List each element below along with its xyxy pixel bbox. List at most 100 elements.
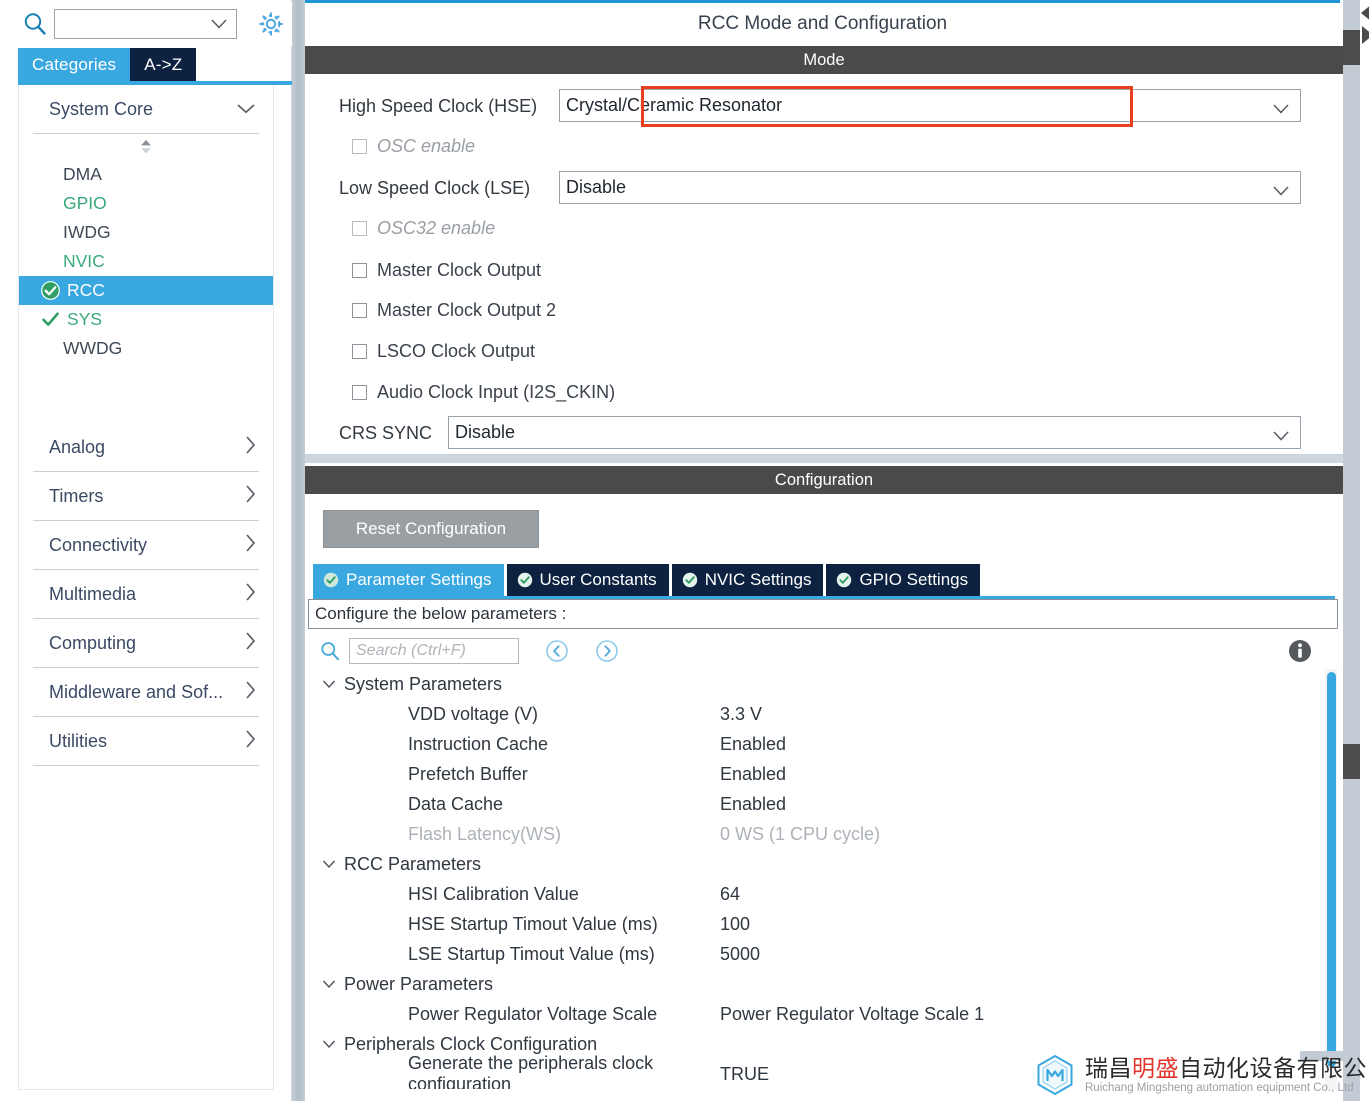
param-row-lse-startup-timeout[interactable]: LSE Startup Timout Value (ms) 5000 xyxy=(308,939,1325,969)
panel-splitter[interactable] xyxy=(292,0,305,1101)
info-icon[interactable] xyxy=(1287,638,1313,664)
param-row-prefetch-buffer[interactable]: Prefetch Buffer Enabled xyxy=(308,759,1325,789)
tab-categories[interactable]: Categories xyxy=(18,48,131,81)
chevron-left-circle-icon[interactable] xyxy=(545,639,569,663)
sort-toggle-icon[interactable] xyxy=(19,134,273,160)
lsco-clock-output-checkbox[interactable]: LSCO Clock Output xyxy=(352,338,535,364)
checkbox-box[interactable] xyxy=(352,343,367,359)
param-value: 5000 xyxy=(720,943,761,964)
audio-clock-input-checkbox[interactable]: Audio Clock Input (I2S_CKIN) xyxy=(352,379,615,405)
search-icon[interactable] xyxy=(319,640,341,662)
tab-nvic-settings[interactable]: NVIC Settings xyxy=(671,564,824,596)
sidebar-item-wwdg-label: WWDG xyxy=(63,338,123,358)
lse-row: Low Speed Clock (LSE) xyxy=(339,172,530,205)
tab-a-to-z-label: A->Z xyxy=(144,54,183,74)
checkbox-box xyxy=(352,138,367,154)
sidebar-group-multimedia[interactable]: Multimedia xyxy=(19,570,273,618)
sidebar-group-analog[interactable]: Analog xyxy=(19,423,273,471)
sidebar-item-rcc-label: RCC xyxy=(67,280,105,300)
sidebar-item-wwdg[interactable]: WWDG xyxy=(19,334,273,363)
sidebar-item-rcc[interactable]: RCC xyxy=(19,276,273,305)
param-row-hse-startup-timeout[interactable]: HSE Startup Timout Value (ms) 100 xyxy=(308,909,1325,939)
tab-parameter-settings-label: Parameter Settings xyxy=(346,570,492,589)
master-clock-output-checkbox[interactable]: Master Clock Output xyxy=(352,257,541,283)
parameter-search-row: Search (Ctrl+F) xyxy=(313,634,1337,668)
panel-nav-arrows[interactable] xyxy=(1360,2,1369,48)
sidebar-group-middleware[interactable]: Middleware and Sof... xyxy=(19,668,273,716)
sidebar-group-timers[interactable]: Timers xyxy=(19,472,273,520)
sidebar-category-list: System Core DMA GPIO IWDG NVIC RCC SYS W… xyxy=(18,85,274,1090)
sidebar-item-sys[interactable]: SYS xyxy=(19,305,273,334)
chevron-down-icon[interactable] xyxy=(322,979,336,989)
lse-dropdown[interactable]: Disable xyxy=(559,171,1301,204)
parameter-tree-scrollbar-thumb[interactable] xyxy=(1327,672,1336,1067)
chevron-right-icon xyxy=(243,434,257,461)
chevron-right-icon xyxy=(243,581,257,608)
param-row-flash-latency: Flash Latency(WS) 0 WS (1 CPU cycle) xyxy=(308,819,1325,849)
chevron-right-circle-icon[interactable] xyxy=(595,639,619,663)
tab-parameter-settings[interactable]: Parameter Settings xyxy=(313,564,504,596)
sidebar-item-dma[interactable]: DMA xyxy=(19,160,273,189)
chevron-down-icon xyxy=(235,99,257,120)
tab-a-to-z[interactable]: A->Z xyxy=(130,48,197,81)
sidebar-group-timers-label: Timers xyxy=(49,485,104,506)
sidebar-item-nvic[interactable]: NVIC xyxy=(19,247,273,276)
checkbox-box xyxy=(352,220,367,236)
param-value: Enabled xyxy=(720,733,787,754)
param-value: 64 xyxy=(720,883,741,904)
parameter-search-input[interactable]: Search (Ctrl+F) xyxy=(349,638,519,664)
param-group-system-parameters[interactable]: System Parameters xyxy=(308,669,1325,699)
sidebar-group-computing[interactable]: Computing xyxy=(19,619,273,667)
section-header-mode: Mode xyxy=(305,46,1343,74)
watermark-company-cn: 瑞昌明盛自动化设备有限公司 xyxy=(1085,1055,1369,1081)
param-row-vdd-voltage[interactable]: VDD voltage (V) 3.3 V xyxy=(308,699,1325,729)
sidebar-item-gpio[interactable]: GPIO xyxy=(19,189,273,218)
parameter-tree-scrollbar[interactable] xyxy=(1325,669,1337,1089)
panel-scrollbar-thumb-bottom[interactable] xyxy=(1343,744,1360,779)
tab-user-constants[interactable]: User Constants xyxy=(506,564,669,596)
sidebar-item-iwdg[interactable]: IWDG xyxy=(19,218,273,247)
param-row-power-regulator-voltage-scale[interactable]: Power Regulator Voltage Scale Power Regu… xyxy=(308,999,1325,1029)
tab-gpio-settings[interactable]: GPIO Settings xyxy=(826,564,981,596)
master-clock-output-2-label: Master Clock Output 2 xyxy=(377,299,557,320)
app-root: Categories A->Z System Core DMA GPIO IWD… xyxy=(0,0,1369,1101)
check-icon xyxy=(39,309,61,331)
chevron-down-icon[interactable] xyxy=(322,679,336,689)
checkbox-box[interactable] xyxy=(352,262,367,278)
param-group-rcc-parameters[interactable]: RCC Parameters xyxy=(308,849,1325,879)
sidebar-scrollbar[interactable] xyxy=(276,85,291,1090)
param-row-instruction-cache[interactable]: Instruction Cache Enabled xyxy=(308,729,1325,759)
osc32-enable-checkbox: OSC32 enable xyxy=(352,215,495,241)
sidebar-group-system-core[interactable]: System Core xyxy=(19,85,273,133)
gear-icon[interactable] xyxy=(257,10,285,38)
component-sidebar: Categories A->Z System Core DMA GPIO IWD… xyxy=(0,0,292,1101)
param-group-peripherals-clock-configuration-label: Peripherals Clock Configuration xyxy=(344,1033,598,1054)
param-group-power-parameters[interactable]: Power Parameters xyxy=(308,969,1325,999)
checkbox-box[interactable] xyxy=(352,302,367,318)
sidebar-scrollbar-track[interactable] xyxy=(279,85,288,1090)
panel-scrollbar-thumb-top[interactable] xyxy=(1343,30,1360,65)
master-clock-output-2-checkbox[interactable]: Master Clock Output 2 xyxy=(352,297,556,323)
configuration-section-body: Reset Configuration Parameter Settings U… xyxy=(305,494,1343,1101)
hse-dropdown[interactable]: Crystal/Ceramic Resonator xyxy=(559,89,1301,122)
chevron-right-icon xyxy=(243,532,257,559)
chevron-down-icon[interactable] xyxy=(322,859,336,869)
search-icon[interactable] xyxy=(22,11,48,37)
reset-configuration-button[interactable]: Reset Configuration xyxy=(323,510,539,548)
sidebar-group-connectivity[interactable]: Connectivity xyxy=(19,521,273,569)
param-row-hsi-calibration-value[interactable]: HSI Calibration Value 64 xyxy=(308,879,1325,909)
search-input[interactable] xyxy=(54,9,237,39)
panel-splitter-handle[interactable] xyxy=(292,0,305,1101)
parameter-tree[interactable]: System Parameters VDD voltage (V) 3.3 V … xyxy=(308,669,1325,1089)
param-group-system-parameters-label: System Parameters xyxy=(344,673,503,694)
param-value: 0 WS (1 CPU cycle) xyxy=(720,823,881,844)
chevron-down-icon[interactable] xyxy=(322,1039,336,1049)
tab-user-constants-label: User Constants xyxy=(539,570,657,589)
checkbox-box[interactable] xyxy=(352,384,367,400)
crs-sync-dropdown[interactable]: Disable xyxy=(448,416,1301,449)
sidebar-group-utilities[interactable]: Utilities xyxy=(19,717,273,765)
sidebar-group-utilities-label: Utilities xyxy=(49,730,108,751)
param-row-data-cache[interactable]: Data Cache Enabled xyxy=(308,789,1325,819)
audio-clock-input-label: Audio Clock Input (I2S_CKIN) xyxy=(377,381,616,402)
panel-scrollbar[interactable] xyxy=(1343,0,1360,1101)
